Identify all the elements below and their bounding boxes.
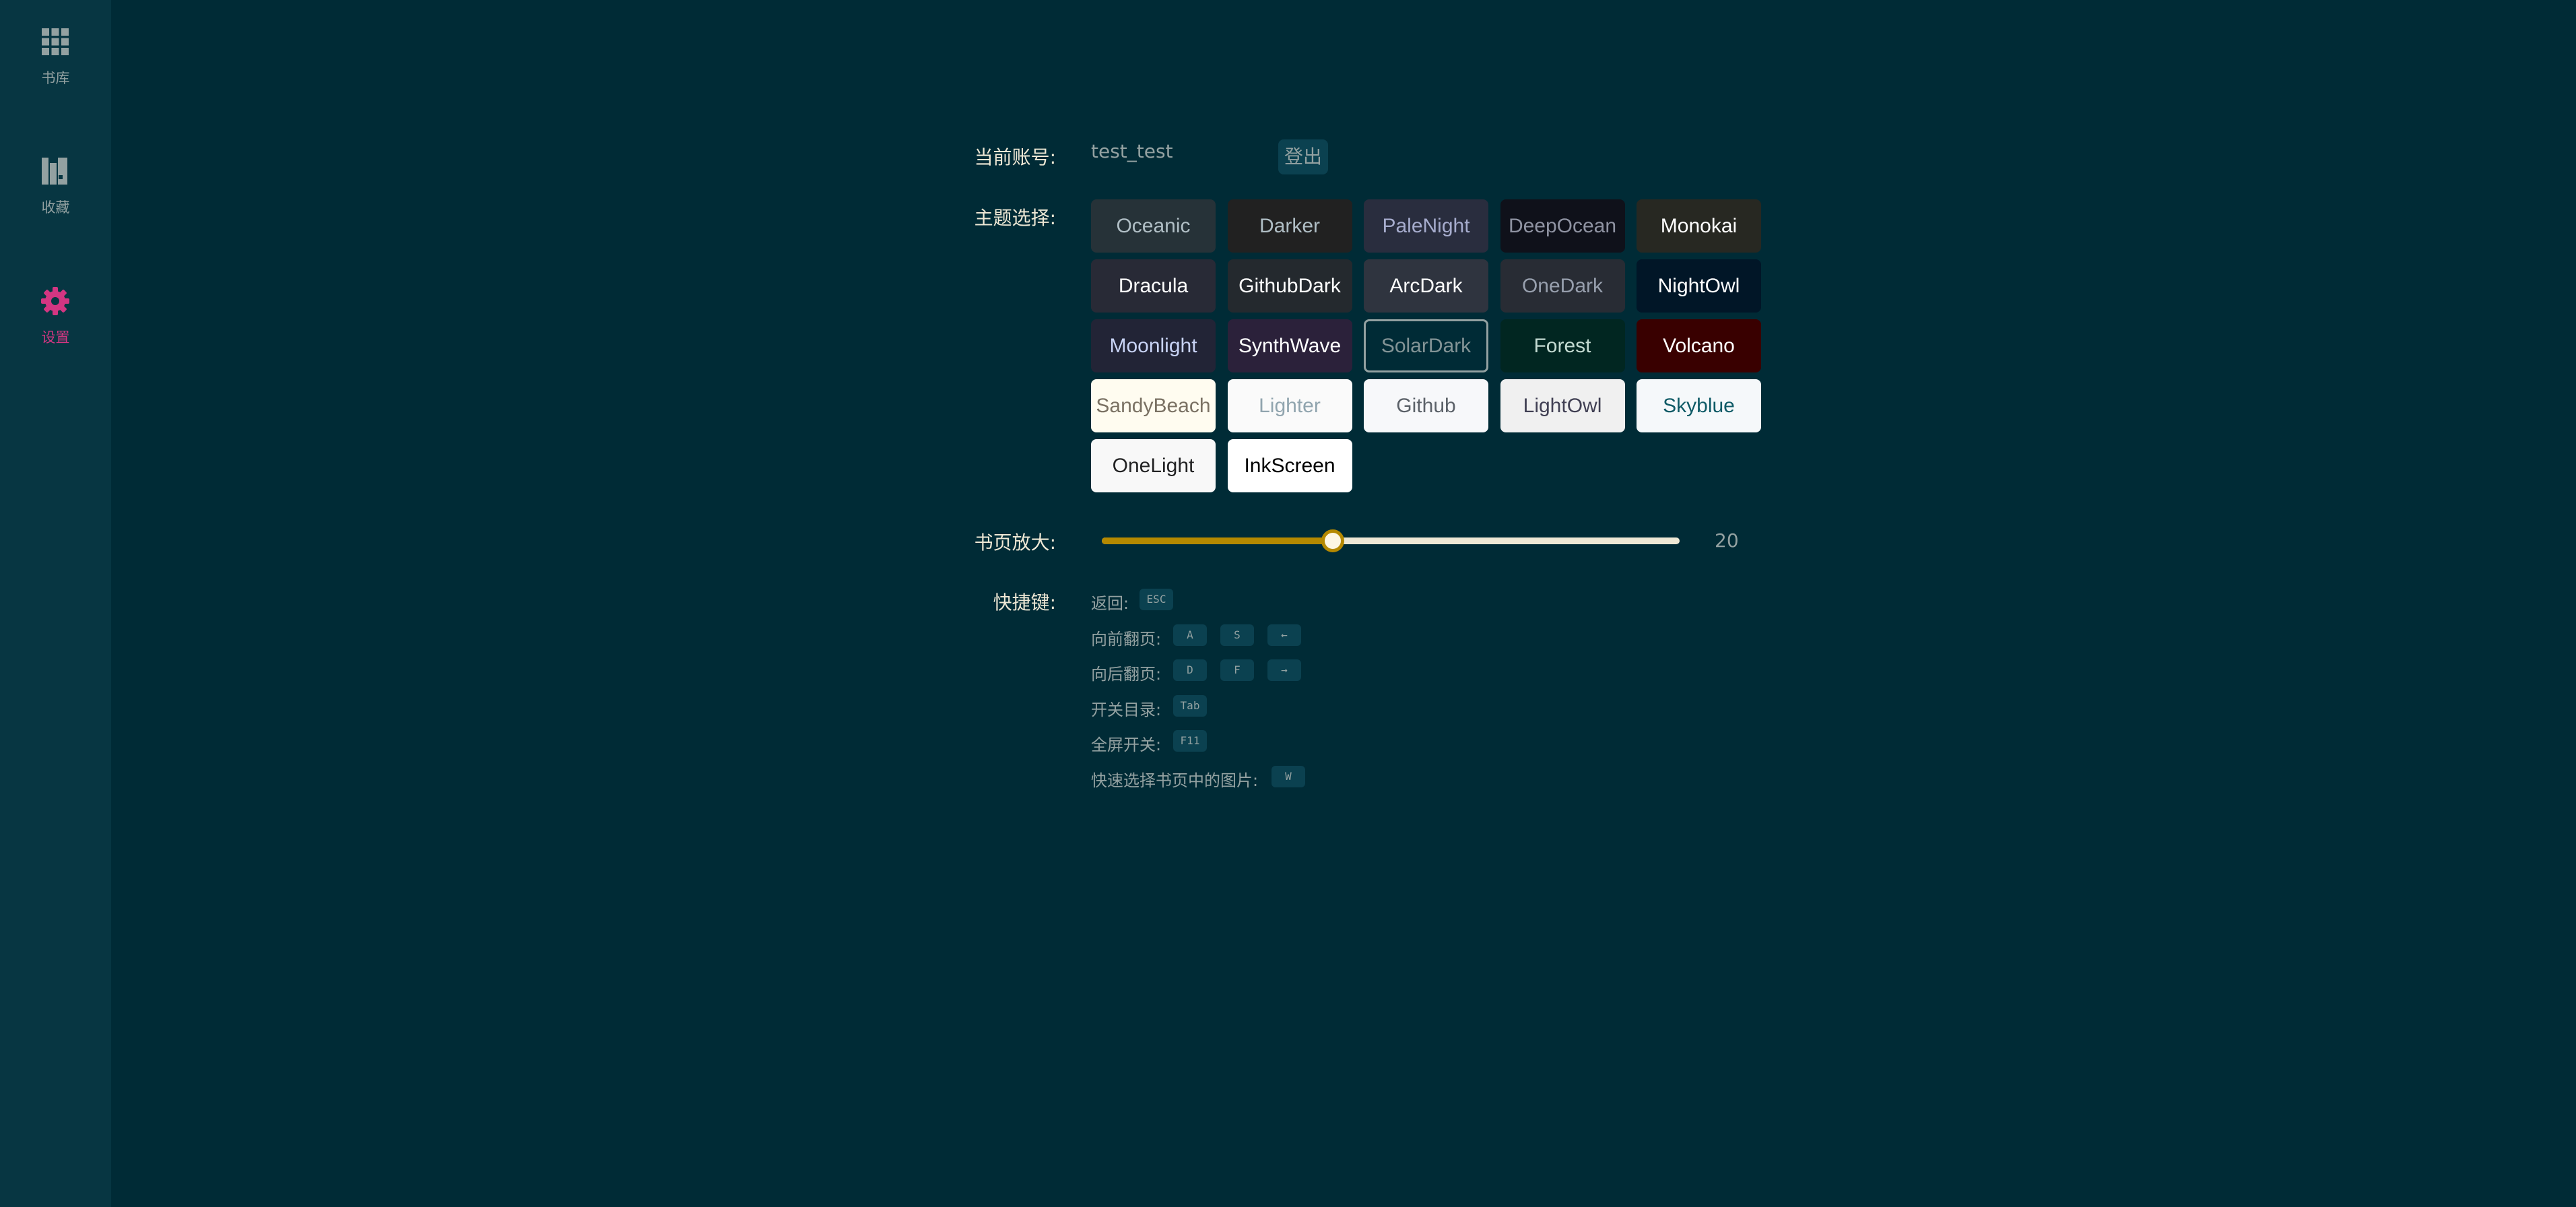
theme-option-inkscreen[interactable]: InkScreen xyxy=(1227,439,1352,492)
theme-option-volcano[interactable]: Volcano xyxy=(1637,319,1761,372)
theme-option-skyblue[interactable]: Skyblue xyxy=(1637,379,1761,432)
shortcut-key: F11 xyxy=(1173,730,1207,752)
theme-option-solardark[interactable]: SolarDark xyxy=(1364,319,1488,372)
sidebar-item-label: 收藏 xyxy=(41,199,70,216)
shortcut-label: 向后翻页: xyxy=(1091,665,1162,684)
shortcut-label: 向前翻页: xyxy=(1091,629,1162,649)
theme-option-dracula[interactable]: Dracula xyxy=(1091,259,1216,313)
shortcut-label: 全屏开关: xyxy=(1091,736,1162,754)
zoom-label: 书页放大: xyxy=(974,531,1056,554)
sidebar-item-label: 书库 xyxy=(41,70,70,86)
theme-option-github[interactable]: Github xyxy=(1364,379,1488,432)
shortcut-label: 快速选择书页中的图片: xyxy=(1091,771,1259,790)
shortcut-label: 返回: xyxy=(1091,594,1129,613)
theme-option-synthwave[interactable]: SynthWave xyxy=(1227,319,1352,372)
shortcut-key: A xyxy=(1173,624,1207,646)
zoom-value: 20 xyxy=(1715,529,1739,552)
theme-option-oceanic[interactable]: Oceanic xyxy=(1091,199,1216,253)
sidebar-item-settings[interactable]: 设置 xyxy=(0,259,111,354)
theme-option-githubdark[interactable]: GithubDark xyxy=(1227,259,1352,313)
logout-button[interactable]: 登出 xyxy=(1278,139,1328,174)
shortcut-key: S xyxy=(1220,624,1254,646)
shortcuts-label: 快捷键: xyxy=(993,591,1056,614)
shortcut-key: → xyxy=(1267,659,1301,681)
shortcut-key: W xyxy=(1272,765,1305,787)
shortcut-key: ESC xyxy=(1140,589,1173,610)
theme-option-palenight[interactable]: PaleNight xyxy=(1364,199,1488,253)
sidebar: 书库 收藏 设置 xyxy=(0,0,111,1207)
slider-fill xyxy=(1102,537,1333,544)
shortcut-key: D xyxy=(1173,659,1207,681)
shortcut-key: Tab xyxy=(1173,694,1207,717)
theme-option-onelight[interactable]: OneLight xyxy=(1091,439,1216,492)
theme-option-nightowl[interactable]: NightOwl xyxy=(1637,259,1761,313)
theme-option-monokai[interactable]: Monokai xyxy=(1637,199,1761,253)
theme-option-moonlight[interactable]: Moonlight xyxy=(1091,319,1216,372)
grid-icon xyxy=(42,28,69,55)
theme-option-forest[interactable]: Forest xyxy=(1500,319,1625,372)
theme-option-deepocean[interactable]: DeepOcean xyxy=(1500,199,1625,253)
theme-option-onedark[interactable]: OneDark xyxy=(1500,259,1625,313)
theme-option-lightowl[interactable]: LightOwl xyxy=(1500,379,1625,432)
theme-label: 主题选择: xyxy=(974,207,1056,229)
shortcut-key: ← xyxy=(1267,624,1301,646)
shortcut-key: F xyxy=(1220,659,1254,681)
bookshelf-icon xyxy=(42,158,67,185)
slider-thumb[interactable] xyxy=(1321,529,1345,552)
gear-icon xyxy=(41,287,69,315)
theme-option-arcdark[interactable]: ArcDark xyxy=(1364,259,1488,313)
theme-option-lighter[interactable]: Lighter xyxy=(1227,379,1352,432)
sidebar-item-label: 设置 xyxy=(41,329,70,346)
shortcut-label: 开关目录: xyxy=(1091,700,1162,719)
sidebar-item-library[interactable]: 书库 xyxy=(0,0,111,94)
account-label: 当前账号: xyxy=(974,146,1056,168)
sidebar-item-favorites[interactable]: 收藏 xyxy=(0,129,111,224)
theme-option-sandybeach[interactable]: SandyBeach xyxy=(1091,379,1216,432)
account-value: test_test xyxy=(1091,140,1173,162)
zoom-slider[interactable] xyxy=(1102,529,1680,552)
theme-option-darker[interactable]: Darker xyxy=(1227,199,1352,253)
